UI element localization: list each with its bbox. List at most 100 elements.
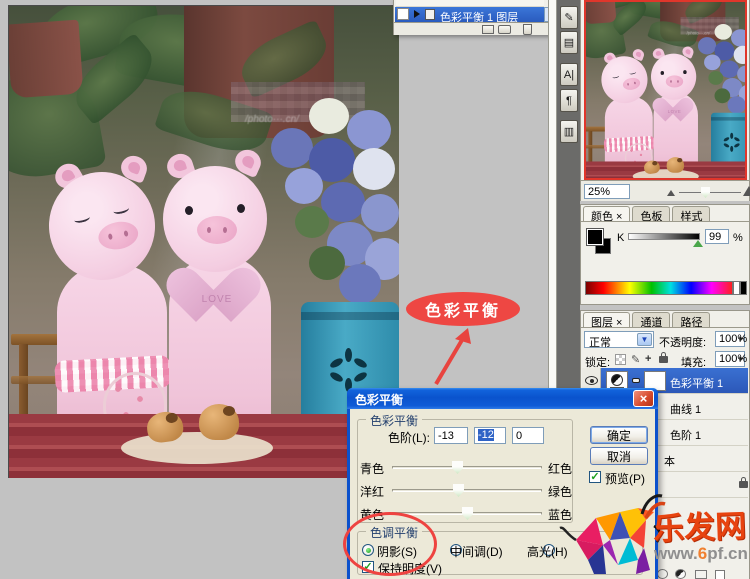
layer-style-icon[interactable] [657, 569, 668, 579]
delete-trash-icon[interactable] [523, 24, 532, 35]
new-layer-icon[interactable] [715, 570, 725, 579]
palette-dock: ✎ ▤ A| ¶ ▥ [557, 0, 580, 392]
paragraph-palette-icon[interactable]: ¶ [560, 89, 578, 112]
zoom-slider-track[interactable] [679, 192, 741, 193]
magenta-label: 洋红 [360, 483, 384, 500]
flower-pot-small [9, 20, 83, 99]
yellow-blue-slider[interactable] [392, 512, 542, 515]
layer-name: 色彩平衡 1 [670, 375, 723, 391]
tab-layers[interactable]: 图层 × [583, 312, 630, 327]
tool-presets-icon[interactable]: ✎ [560, 6, 578, 29]
background-lock-shackle [741, 477, 746, 482]
doily [121, 432, 273, 464]
navigator-bottom-bar [581, 180, 749, 201]
percent-label: % [733, 232, 743, 244]
group-label: 色彩平衡 [366, 412, 422, 429]
k-value-input[interactable] [705, 229, 729, 244]
foreground-color-swatch[interactable] [587, 229, 603, 245]
lock-all-icon[interactable] [659, 356, 668, 363]
zoom-percent-input[interactable] [584, 184, 630, 199]
navigator-view-box[interactable] [584, 0, 747, 180]
close-icon[interactable]: × [633, 390, 654, 407]
layer-name: 曲线 1 [670, 401, 701, 417]
midtones-label: 中间调(D) [450, 543, 503, 560]
dock-edge [548, 0, 557, 392]
new-adjustment-layer-icon[interactable] [675, 569, 686, 579]
level-input-2[interactable]: -12 [474, 427, 506, 444]
mask-link-icon[interactable] [632, 378, 640, 383]
tab-styles[interactable]: 样式 [672, 206, 710, 221]
dialog-title: 色彩平衡 [355, 391, 403, 408]
zoom-slider-thumb[interactable] [701, 187, 710, 198]
level-input-1[interactable] [434, 427, 468, 444]
new-snapshot-camera-icon[interactable] [498, 25, 511, 34]
ok-button[interactable]: 确定 [590, 426, 648, 444]
photo-scene: /photo···.cn/ [9, 6, 399, 478]
history-state-partial [396, 0, 544, 7]
screenshot-root: /photo···.cn/ [0, 0, 750, 579]
new-group-icon[interactable] [695, 570, 707, 579]
k-channel-label: K [617, 232, 624, 244]
character-palette-icon[interactable]: A| [560, 63, 578, 86]
green-label: 绿色 [548, 483, 572, 500]
info-palette-icon[interactable]: ▥ [560, 120, 578, 143]
annotation-label: 色彩平衡 [425, 297, 501, 321]
zoom-in-icon[interactable] [743, 186, 750, 196]
background-lock-icon [739, 481, 748, 488]
opacity-label: 不透明度: [659, 334, 706, 350]
bird-figurine [199, 404, 239, 440]
spectrum-white-swatch[interactable] [733, 281, 740, 295]
tab-paths[interactable]: 路径 [672, 312, 710, 327]
cyan-red-slider[interactable] [392, 466, 542, 469]
navigator-thumbnail[interactable]: /photo···.cn/ [584, 0, 747, 180]
blend-mode-select[interactable]: 正常 ▼ [584, 331, 654, 348]
level-input-3[interactable] [512, 427, 544, 444]
tab-color[interactable]: 颜色 × [583, 206, 630, 221]
layer-name: 色阶 1 [670, 427, 701, 443]
opacity-arrow-icon[interactable]: ▸ [735, 332, 748, 347]
cyan-label: 青色 [360, 460, 384, 477]
layers-bottom-buttons [657, 569, 750, 579]
annotation-circle-shadows [343, 512, 437, 576]
zoom-out-icon[interactable] [667, 190, 675, 196]
spectrum-black-swatch[interactable] [740, 281, 747, 295]
play-triangle-icon [414, 10, 420, 18]
eye-icon[interactable] [585, 376, 598, 385]
lock-paint-icon[interactable]: ✎ [631, 353, 640, 366]
blend-mode-value: 正常 [589, 334, 611, 350]
chevron-down-icon[interactable]: ▼ [637, 333, 652, 346]
k-slider-thumb[interactable] [693, 240, 703, 247]
lock-move-icon[interactable]: + [645, 353, 651, 365]
navigator-palette: /photo···.cn/ [580, 0, 750, 201]
magenta-green-slider[interactable] [392, 489, 542, 492]
preview-checkbox[interactable]: ✓ [589, 471, 601, 483]
history-palette: 色彩平衡 1 图层 ▼ [393, 0, 558, 35]
photo-watermark-text: /photo···.cn/ [245, 114, 299, 125]
k-slider-track[interactable] [628, 233, 700, 240]
heart-text: LOVE [197, 294, 237, 305]
lock-shackle-icon [661, 352, 666, 357]
history-bottom-bar [394, 22, 557, 35]
preview-label: 预览(P) [605, 470, 645, 487]
tab-channels[interactable]: 通道 [632, 312, 670, 327]
tab-swatches[interactable]: 色板 [632, 206, 670, 221]
layer-comps-icon[interactable]: ▤ [560, 31, 578, 54]
levels-label: 色阶(L): [388, 429, 430, 446]
cancel-button[interactable]: 取消 [590, 447, 648, 465]
adjustment-state-icon [425, 9, 435, 20]
lock-transparency-icon[interactable] [615, 354, 626, 365]
document-photo: /photo···.cn/ [8, 5, 399, 478]
history-source-checkbox[interactable] [397, 8, 409, 20]
layer-name: 本 [664, 453, 675, 469]
history-state-current[interactable]: 色彩平衡 1 图层 [395, 7, 544, 22]
annotation-bubble: 色彩平衡 [406, 292, 520, 326]
color-spectrum-bar[interactable] [585, 281, 733, 295]
annotation-arrow [424, 326, 476, 390]
red-label: 红色 [548, 460, 572, 477]
blue-label: 蓝色 [548, 506, 572, 523]
color-palette: 颜色 × 色板 样式 K % [580, 204, 750, 305]
new-document-from-state-icon[interactable] [482, 25, 494, 34]
highlights-label: 高光(H) [527, 543, 568, 560]
dialog-title-bar[interactable]: 色彩平衡 × [347, 388, 658, 409]
fill-arrow-icon[interactable]: ▸ [735, 352, 748, 367]
